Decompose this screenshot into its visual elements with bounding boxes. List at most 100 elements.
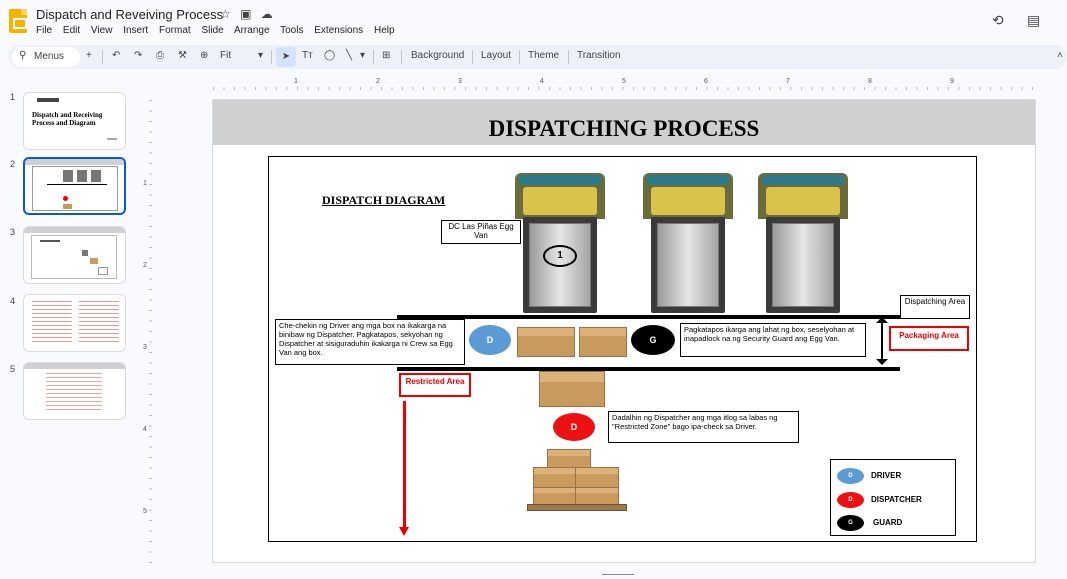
ruler-number: 6 <box>704 78 708 85</box>
ruler-number: 3 <box>458 78 462 85</box>
title-bar: Dispatch and Reveiving Process ☆ ▣ ☁ Fil… <box>0 0 1067 44</box>
text-box-icon[interactable]: Tт <box>302 50 313 61</box>
ruler-number: 5 <box>622 78 626 85</box>
ruler-number: 9 <box>950 78 954 85</box>
dispatching-area-label: Dispatching Area <box>900 295 970 319</box>
ruler-number: 4 <box>143 426 147 433</box>
slide-title[interactable]: DISPATCHING PROCESS <box>213 116 1035 142</box>
dispatch-diagram[interactable]: DISPATCH DIAGRAM 1 DC Las Piñas Egg Van … <box>268 156 977 542</box>
star-icon[interactable]: ☆ <box>220 7 231 21</box>
background-button[interactable]: Background <box>411 50 464 61</box>
ruler-number: 1 <box>143 180 147 187</box>
van-lid <box>643 173 733 219</box>
title-icons: ☆ ▣ ☁ <box>220 7 279 21</box>
egg-van-1: 1 <box>515 173 605 313</box>
print-icon[interactable]: ⎙ <box>156 50 164 61</box>
slide-thumbnail-5[interactable] <box>23 362 126 420</box>
new-slide-icon[interactable]: + <box>86 50 92 61</box>
menu-insert[interactable]: Insert <box>123 25 148 36</box>
zoom-icon[interactable]: ⊕ <box>200 50 208 61</box>
slide-canvas[interactable]: DISPATCHING PROCESS DISPATCH DIAGRAM 1 D… <box>213 100 1035 562</box>
packaging-area-label: Packaging Area <box>889 326 969 351</box>
paint-format-icon[interactable]: ⚒ <box>178 50 187 61</box>
speaker-notes-handle[interactable] <box>602 574 634 579</box>
open-box-icon <box>517 327 575 357</box>
menu-help[interactable]: Help <box>374 25 395 36</box>
legend-driver-label: DRIVER <box>871 471 902 480</box>
history-icon[interactable]: ⟲ <box>992 12 1004 29</box>
van-lid <box>758 173 848 219</box>
comments-icon[interactable]: ▤ <box>1027 12 1040 29</box>
thumb-table-right <box>79 301 119 345</box>
thumb-diagram <box>32 166 118 211</box>
egg-van-3 <box>758 173 848 313</box>
menu-arrange[interactable]: Arrange <box>234 25 270 36</box>
transition-button[interactable]: Transition <box>577 50 621 61</box>
add-comment-icon[interactable]: ⊞ <box>382 50 390 61</box>
ruler-number: 2 <box>143 262 147 269</box>
toolbar-divider <box>373 50 374 64</box>
egg-box-icon <box>539 371 605 407</box>
menu-format[interactable]: Format <box>159 25 191 36</box>
menu-edit[interactable]: Edit <box>63 25 80 36</box>
slide-thumbnail-3[interactable] <box>23 226 126 284</box>
ruler-number: 3 <box>143 344 147 351</box>
line-icon[interactable]: ╲ <box>346 50 352 61</box>
chevron-down-icon[interactable]: ▾ <box>360 50 365 61</box>
shape-icon[interactable]: ◯ <box>324 50 335 61</box>
vertical-ruler[interactable]: 1 2 3 4 5 <box>140 100 152 570</box>
slide-thumbnail-2[interactable] <box>23 157 126 215</box>
legend-driver-dot: D <box>837 468 864 484</box>
select-cursor-icon[interactable]: ➤ <box>276 47 296 67</box>
van-label: DC Las Piñas Egg Van <box>441 220 521 244</box>
toolbar-divider <box>271 50 272 64</box>
slides-logo-icon[interactable] <box>9 9 27 33</box>
undo-icon[interactable]: ↶ <box>112 50 120 61</box>
toolbar-divider <box>472 50 473 64</box>
menu-extensions[interactable]: Extensions <box>314 25 363 36</box>
arrow-up-icon <box>876 317 888 323</box>
chevron-down-icon[interactable]: ▾ <box>258 50 263 61</box>
search-menus-button[interactable]: ⚲ Menus <box>12 47 80 67</box>
toolbar-divider <box>102 50 103 64</box>
legend-dispatcher-label: DISPATCHER <box>871 495 922 504</box>
dispatch-line-bottom <box>397 367 900 371</box>
dispatcher-carry-text: Dadalhin ng Dispatcher ang mga itlog sa … <box>608 411 799 443</box>
toolbar: ⚲ Menus + ↶ ↷ ⎙ ⚒ ⊕ Fit ▾ ➤ Tт ◯ ╲ ▾ ⊞ B… <box>8 45 1067 69</box>
zoom-select[interactable]: Fit <box>220 50 231 61</box>
guard-circle: G <box>631 325 675 355</box>
slide-number: 4 <box>10 296 16 306</box>
slide-thumbnail-4[interactable] <box>23 294 126 352</box>
slide-filmstrip: 1 Dispatch and Receiving Process and Dia… <box>0 80 140 579</box>
van-door <box>657 223 719 307</box>
redo-icon[interactable]: ↷ <box>134 50 142 61</box>
collapse-toolbar-icon[interactable]: ˄ <box>1057 50 1063 61</box>
ruler-number: 2 <box>376 78 380 85</box>
thumb-table-left <box>32 301 72 345</box>
ruler-number: 8 <box>868 78 872 85</box>
menu-slide[interactable]: Slide <box>201 25 223 36</box>
thumb-header <box>24 363 125 369</box>
thumb-table <box>46 373 102 413</box>
dispatch-line-top <box>397 315 900 319</box>
pallet-boxes-icon <box>527 449 627 511</box>
thumb-footer <box>107 138 117 140</box>
ruler-number: 5 <box>143 508 147 515</box>
menu-view[interactable]: View <box>91 25 113 36</box>
van-lid <box>515 173 605 219</box>
menu-tools[interactable]: Tools <box>280 25 303 36</box>
theme-button[interactable]: Theme <box>528 50 559 61</box>
cloud-status-icon[interactable]: ☁ <box>261 7 273 21</box>
folder-move-icon[interactable]: ▣ <box>240 7 251 21</box>
menu-bar: File Edit View Insert Format Slide Arran… <box>36 25 403 36</box>
slide-number: 3 <box>10 227 16 237</box>
slides-app: Dispatch and Reveiving Process ☆ ▣ ☁ Fil… <box>0 0 1067 579</box>
horizontal-ruler[interactable]: 1 2 3 4 5 6 7 8 9 <box>213 78 1035 90</box>
document-title[interactable]: Dispatch and Reveiving Process <box>36 7 223 22</box>
toolbar-divider <box>519 50 520 64</box>
slide-thumbnail-1[interactable]: Dispatch and Receiving Process and Diagr… <box>23 92 126 150</box>
thumb-logo <box>37 98 59 102</box>
driver-circle: D <box>469 325 511 355</box>
menu-file[interactable]: File <box>36 25 52 36</box>
layout-button[interactable]: Layout <box>481 50 511 61</box>
